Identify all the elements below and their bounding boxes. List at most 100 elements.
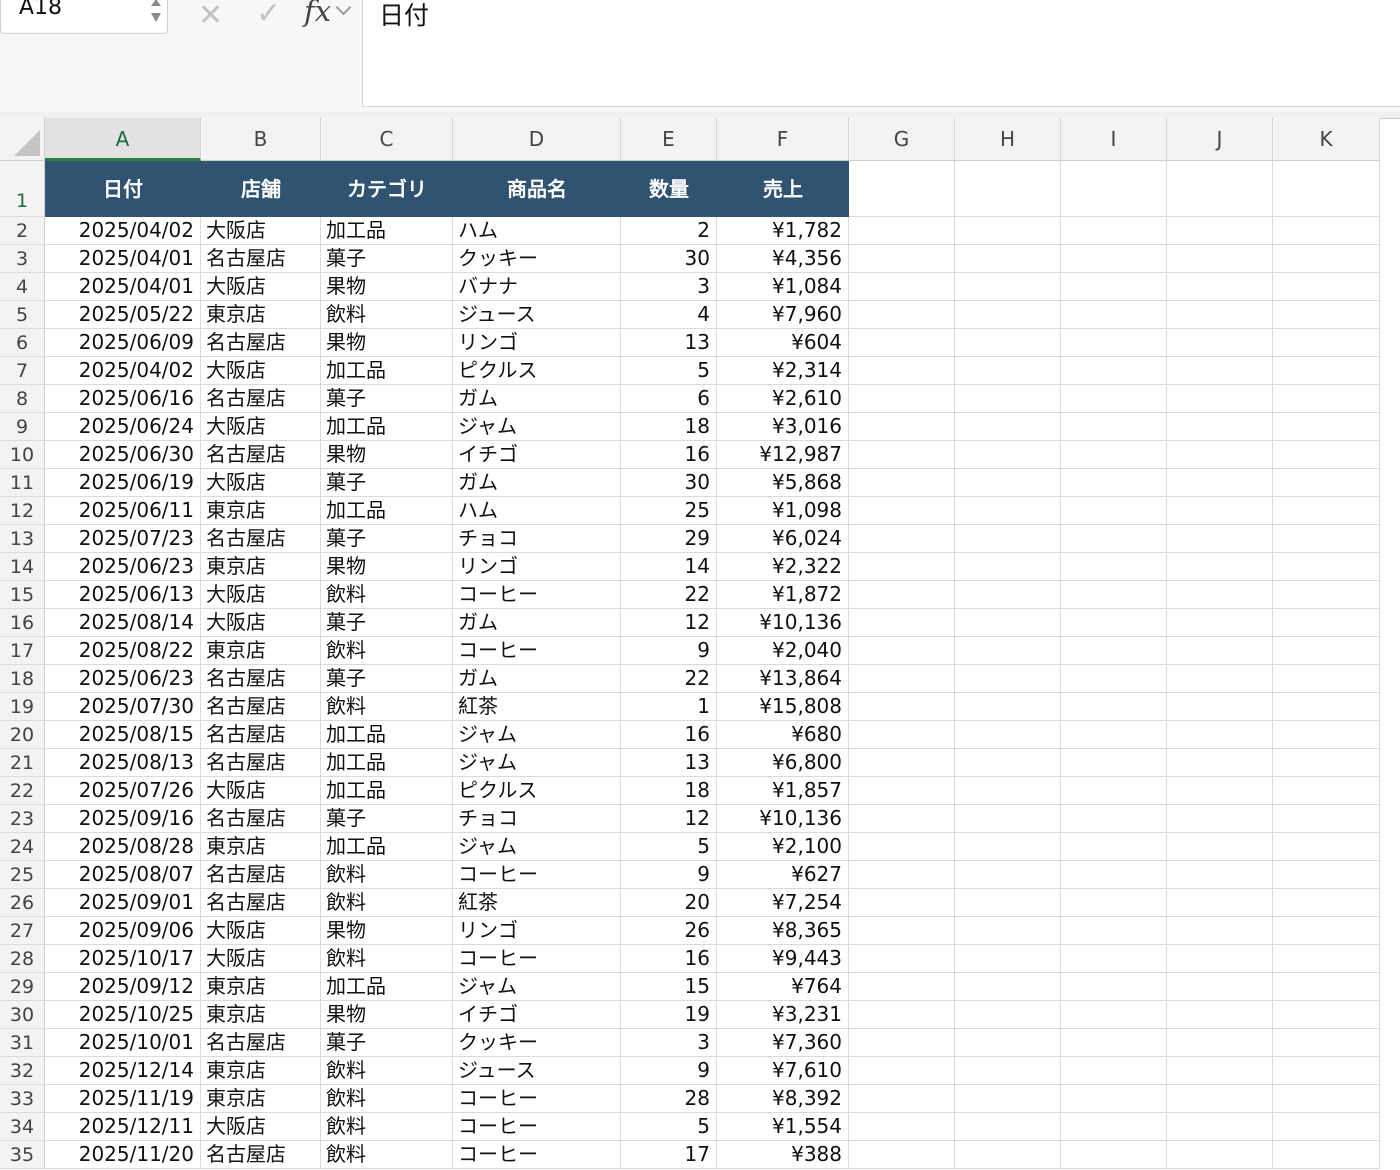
cell-date[interactable]: 2025/09/12 <box>45 973 201 1001</box>
cell-date[interactable]: 2025/08/14 <box>45 609 201 637</box>
row-header-20[interactable]: 20 <box>0 721 45 749</box>
empty-cell[interactable] <box>1273 413 1380 441</box>
empty-cell[interactable] <box>1061 805 1167 833</box>
empty-cell[interactable] <box>1273 525 1380 553</box>
cell-category[interactable]: 加工品 <box>321 777 453 805</box>
empty-cell[interactable] <box>1167 329 1273 357</box>
cell-category[interactable]: 加工品 <box>321 833 453 861</box>
empty-cell[interactable] <box>1061 973 1167 1001</box>
empty-cell[interactable] <box>1273 385 1380 413</box>
column-header-i[interactable]: I <box>1061 118 1167 161</box>
empty-cell[interactable] <box>955 861 1061 889</box>
empty-cell[interactable] <box>955 301 1061 329</box>
cell-store[interactable]: 大阪店 <box>201 1113 321 1141</box>
cell-store[interactable]: 名古屋店 <box>201 665 321 693</box>
empty-cell[interactable] <box>849 553 955 581</box>
cell-qty[interactable]: 1 <box>621 693 717 721</box>
empty-cell[interactable] <box>1167 945 1273 973</box>
empty-cell[interactable] <box>955 329 1061 357</box>
cell-qty[interactable]: 18 <box>621 413 717 441</box>
cell-product[interactable]: クッキー <box>453 245 621 273</box>
cell-qty[interactable]: 12 <box>621 609 717 637</box>
cell-qty[interactable]: 16 <box>621 721 717 749</box>
empty-cell[interactable] <box>1273 665 1380 693</box>
empty-cell[interactable] <box>1061 245 1167 273</box>
empty-cell[interactable] <box>1167 1001 1273 1029</box>
cell-store[interactable]: 名古屋店 <box>201 805 321 833</box>
empty-cell[interactable] <box>1273 609 1380 637</box>
cell-product[interactable]: チョコ <box>453 525 621 553</box>
empty-cell[interactable] <box>1167 1113 1273 1141</box>
empty-cell[interactable] <box>1061 833 1167 861</box>
empty-cell[interactable] <box>1061 945 1167 973</box>
empty-cell[interactable] <box>1061 777 1167 805</box>
empty-cell[interactable] <box>849 637 955 665</box>
cell-product[interactable]: ガム <box>453 609 621 637</box>
column-header-d[interactable]: D <box>453 118 621 161</box>
cell-sales[interactable]: ¥12,987 <box>717 441 849 469</box>
empty-cell[interactable] <box>1167 161 1273 217</box>
cell-store[interactable]: 大阪店 <box>201 917 321 945</box>
cell-date[interactable]: 2025/04/02 <box>45 217 201 245</box>
cell-store[interactable]: 大阪店 <box>201 609 321 637</box>
cell-store[interactable]: 名古屋店 <box>201 329 321 357</box>
empty-cell[interactable] <box>1061 861 1167 889</box>
cell-date[interactable]: 2025/04/02 <box>45 357 201 385</box>
cell-sales[interactable]: ¥7,960 <box>717 301 849 329</box>
cell-store[interactable]: 大阪店 <box>201 581 321 609</box>
cell-category[interactable]: 加工品 <box>321 497 453 525</box>
empty-cell[interactable] <box>955 1141 1061 1169</box>
cell-category[interactable]: 飲料 <box>321 1057 453 1085</box>
row-header-17[interactable]: 17 <box>0 637 45 665</box>
empty-cell[interactable] <box>849 329 955 357</box>
cell-product[interactable]: ガム <box>453 469 621 497</box>
cell-sales[interactable]: ¥680 <box>717 721 849 749</box>
cell-sales[interactable]: ¥2,322 <box>717 553 849 581</box>
cell-store[interactable]: 東京店 <box>201 1085 321 1113</box>
empty-cell[interactable] <box>955 665 1061 693</box>
cell-store[interactable]: 東京店 <box>201 301 321 329</box>
cell-sales[interactable]: ¥8,365 <box>717 917 849 945</box>
cell-product[interactable]: コーヒー <box>453 861 621 889</box>
cell-sales[interactable]: ¥1,782 <box>717 217 849 245</box>
cell-qty[interactable]: 25 <box>621 497 717 525</box>
cell-store[interactable]: 名古屋店 <box>201 693 321 721</box>
row-header-9[interactable]: 9 <box>0 413 45 441</box>
column-header-b[interactable]: B <box>201 118 321 161</box>
empty-cell[interactable] <box>1273 469 1380 497</box>
cell-date[interactable]: 2025/06/16 <box>45 385 201 413</box>
cell-date[interactable]: 2025/08/28 <box>45 833 201 861</box>
empty-cell[interactable] <box>955 413 1061 441</box>
empty-cell[interactable] <box>1061 609 1167 637</box>
cancel-icon[interactable]: ✕ <box>198 0 223 33</box>
empty-cell[interactable] <box>1061 525 1167 553</box>
row-header-14[interactable]: 14 <box>0 553 45 581</box>
cell-date[interactable]: 2025/06/24 <box>45 413 201 441</box>
cell-store[interactable]: 大阪店 <box>201 469 321 497</box>
empty-cell[interactable] <box>955 217 1061 245</box>
cell-category[interactable]: 飲料 <box>321 693 453 721</box>
row-header-21[interactable]: 21 <box>0 749 45 777</box>
cell-product[interactable]: ジャム <box>453 833 621 861</box>
empty-cell[interactable] <box>1273 945 1380 973</box>
cell-category[interactable]: 飲料 <box>321 301 453 329</box>
empty-cell[interactable] <box>1167 301 1273 329</box>
cell-category[interactable]: 菓子 <box>321 665 453 693</box>
cell-store[interactable]: 名古屋店 <box>201 749 321 777</box>
empty-cell[interactable] <box>1061 385 1167 413</box>
empty-cell[interactable] <box>955 385 1061 413</box>
cell-product[interactable]: ジュース <box>453 301 621 329</box>
cell-sales[interactable]: ¥2,100 <box>717 833 849 861</box>
empty-cell[interactable] <box>1167 553 1273 581</box>
empty-cell[interactable] <box>1167 637 1273 665</box>
empty-cell[interactable] <box>1273 1113 1380 1141</box>
empty-cell[interactable] <box>955 161 1061 217</box>
row-header-23[interactable]: 23 <box>0 805 45 833</box>
cell-date[interactable]: 2025/09/01 <box>45 889 201 917</box>
row-header-28[interactable]: 28 <box>0 945 45 973</box>
empty-cell[interactable] <box>849 301 955 329</box>
header-cell-c[interactable]: カテゴリ <box>321 161 453 217</box>
empty-cell[interactable] <box>955 1057 1061 1085</box>
cell-store[interactable]: 名古屋店 <box>201 861 321 889</box>
cell-product[interactable]: ガム <box>453 385 621 413</box>
